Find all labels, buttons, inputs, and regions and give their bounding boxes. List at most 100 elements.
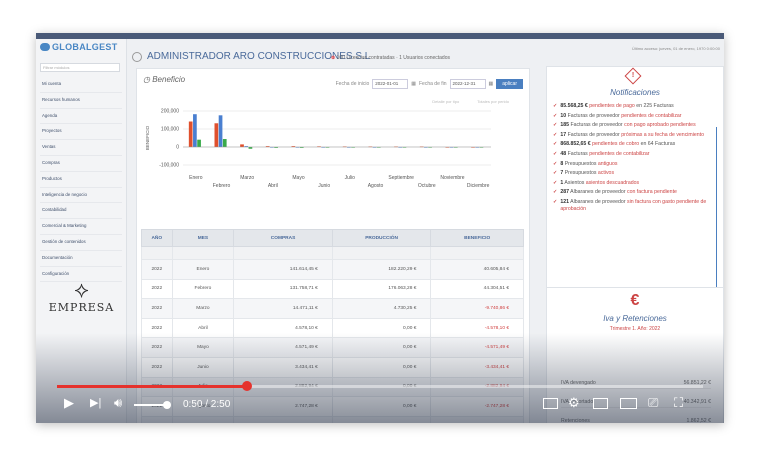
- y-tick-label: -100,000: [159, 163, 179, 169]
- last-access: Último acceso: jueves, 01 de enero, 1970…: [631, 46, 720, 51]
- column-header[interactable]: COMPRAS: [233, 229, 333, 247]
- column-header[interactable]: BENEFICIO: [430, 229, 524, 247]
- warning-icon: !: [624, 67, 642, 85]
- progress-scrubber[interactable]: [241, 381, 252, 391]
- notification-item[interactable]: ✓ 17 Facturas de proveedor próximas a su …: [553, 132, 715, 139]
- subtitles-icon[interactable]: [543, 398, 558, 409]
- theater-mode-icon[interactable]: [620, 398, 637, 409]
- progress-fill: [57, 385, 247, 388]
- apply-button[interactable]: aplicar: [496, 79, 523, 89]
- sidebar-item[interactable]: Documentación: [40, 251, 122, 267]
- sidebar-item[interactable]: Agenda: [40, 109, 122, 125]
- column-filter-input[interactable]: [331, 246, 432, 260]
- notification-link[interactable]: con pago aprobado pendientes: [624, 122, 696, 128]
- notification-link[interactable]: pendientes de contabilizar: [621, 113, 681, 119]
- x-tick-label: Octubre: [418, 183, 436, 189]
- volume-icon[interactable]: 🔊︎: [114, 396, 122, 410]
- detail-type-select[interactable]: Detalle por tipo: [432, 99, 459, 104]
- notification-item[interactable]: ✓ 185 Facturas de proveedor con pago apro…: [553, 122, 715, 129]
- cloud-icon: [40, 43, 50, 51]
- notification-text: 48 Facturas pendientes de contabilizar: [560, 151, 649, 158]
- notification-link[interactable]: activos: [598, 170, 614, 176]
- notification-item[interactable]: ✓ 48 Facturas pendientes de contabilizar: [553, 151, 715, 158]
- calendar-icon[interactable]: ▦: [411, 81, 416, 87]
- video-frame[interactable]: GLOBALGEST Filtrar módulos Mi cuenta Recu…: [36, 33, 724, 423]
- notification-item[interactable]: ✓ 10 Facturas de proveedor pendientes de …: [553, 113, 715, 120]
- miniplayer-icon[interactable]: [593, 398, 608, 409]
- start-date-input[interactable]: 2022-01-01: [372, 79, 409, 89]
- notification-link[interactable]: antiguos: [598, 161, 618, 167]
- column-filter-input[interactable]: [171, 246, 235, 260]
- notification-label: Presupuestos: [564, 160, 597, 167]
- search-input[interactable]: Filtrar módulos: [40, 63, 120, 72]
- x-tick-label: Noviembre: [440, 175, 464, 181]
- notification-label: Albaranes de proveedor: [570, 198, 626, 205]
- notification-link[interactable]: con factura pendiente: [627, 189, 677, 195]
- logo-text: GLOBALGEST: [52, 42, 118, 52]
- cast-icon[interactable]: ⎚: [648, 396, 658, 410]
- y-tick-label: 200,000: [161, 109, 179, 115]
- totals-period-select[interactable]: Totales por perido: [477, 99, 509, 104]
- notification-link[interactable]: próximas a su fecha de vencimiento: [621, 132, 704, 138]
- notification-link[interactable]: pendientes de cobro: [592, 141, 639, 147]
- notification-link[interactable]: asientos descuadrados: [586, 180, 639, 186]
- beneficio-title: ◷ Beneficio: [143, 75, 186, 84]
- notifications-panel: ! Notificaciones ✓ 85.568,25 € pendientes…: [546, 66, 724, 306]
- sidebar-item[interactable]: Productos: [40, 172, 122, 188]
- bar: [214, 123, 219, 147]
- notification-text: 85.568,25 € pendientes de pago en 225 Fa…: [560, 103, 673, 110]
- sidebar-item[interactable]: Ventas: [40, 140, 122, 156]
- notification-item[interactable]: ✓ 7 Presupuestos activos: [553, 170, 715, 177]
- notification-label: Asientos: [564, 179, 585, 186]
- calendar-icon[interactable]: ▦: [489, 81, 494, 87]
- play-icon[interactable]: ▶: [64, 396, 74, 410]
- column-filter-input[interactable]: [233, 246, 333, 260]
- notification-count: 10: [560, 112, 567, 119]
- table-cell: 14.471,11 €: [233, 298, 333, 319]
- sidebar-item[interactable]: Inteligencia de negocio: [40, 188, 122, 204]
- table-cell: Marzo: [171, 298, 235, 319]
- notification-item[interactable]: ✓ 8 Presupuestos antiguos: [553, 161, 715, 168]
- column-header[interactable]: AÑO: [141, 229, 173, 247]
- end-date-input[interactable]: 2022-12-31: [449, 79, 486, 89]
- notification-rest: en 225 Facturas: [634, 103, 674, 109]
- sidebar-item[interactable]: Compras: [40, 156, 122, 172]
- sidebar-item[interactable]: Proyectos: [40, 124, 122, 141]
- column-filter-input[interactable]: [430, 246, 524, 260]
- company-brand: ⟡ EMPRESA: [44, 279, 119, 315]
- volume-knob[interactable]: [163, 401, 171, 409]
- notification-link[interactable]: pendientes de pago: [589, 103, 635, 109]
- fullscreen-icon[interactable]: ⛶: [674, 396, 683, 410]
- column-filter-input[interactable]: [141, 246, 173, 260]
- y-axis-label: BENEFICIO: [145, 125, 150, 150]
- notification-count: 185: [560, 122, 570, 129]
- sidebar-item[interactable]: Recursos humanos: [40, 93, 122, 109]
- column-header[interactable]: PRODUCCIÓN: [331, 229, 432, 247]
- sidebar-item[interactable]: Comercial & Marketing: [40, 219, 122, 235]
- x-tick-label: Julio: [345, 175, 356, 181]
- notification-item[interactable]: ✓ 121 Albaranes de proveedor sin factura …: [553, 199, 715, 213]
- notification-item[interactable]: ✓ 868.852,65 € pendientes de cobro en 64 …: [553, 141, 715, 148]
- scrollbar[interactable]: [716, 127, 717, 302]
- app-logo[interactable]: GLOBALGEST: [40, 42, 118, 52]
- next-icon[interactable]: ▶|: [90, 396, 101, 410]
- iva-title: Iva y Retenciones: [603, 314, 667, 323]
- notification-item[interactable]: ✓ 85.568,25 € pendientes de pago en 225 F…: [553, 103, 715, 110]
- settings-gear-icon[interactable]: ⚙: [568, 396, 580, 410]
- notification-count: 868.852,65 €: [560, 141, 591, 148]
- check-icon: ✓: [553, 179, 558, 186]
- license-text: 100 Licencias contratadas · 1 Usuarios c…: [336, 55, 450, 61]
- notification-item[interactable]: ✓ 1 Asientos asientos descuadrados: [553, 180, 715, 187]
- x-tick-label: Diciembre: [467, 183, 490, 189]
- bar: [248, 147, 253, 149]
- sidebar-item[interactable]: Contabilidad: [40, 203, 122, 220]
- sidebar-item[interactable]: Gestión de contenidos: [40, 235, 122, 251]
- sidebar-item[interactable]: Mi cuenta: [40, 77, 122, 93]
- volume-slider[interactable]: [134, 401, 171, 409]
- notification-link[interactable]: pendientes de contabilizar: [589, 151, 649, 157]
- notification-item[interactable]: ✓ 287 Albaranes de proveedor con factura …: [553, 189, 715, 196]
- video-time: 0:50 / 2:50: [183, 399, 231, 410]
- column-header[interactable]: MES: [171, 229, 235, 247]
- bar: [222, 139, 227, 147]
- video-progress-bar[interactable]: [57, 381, 703, 391]
